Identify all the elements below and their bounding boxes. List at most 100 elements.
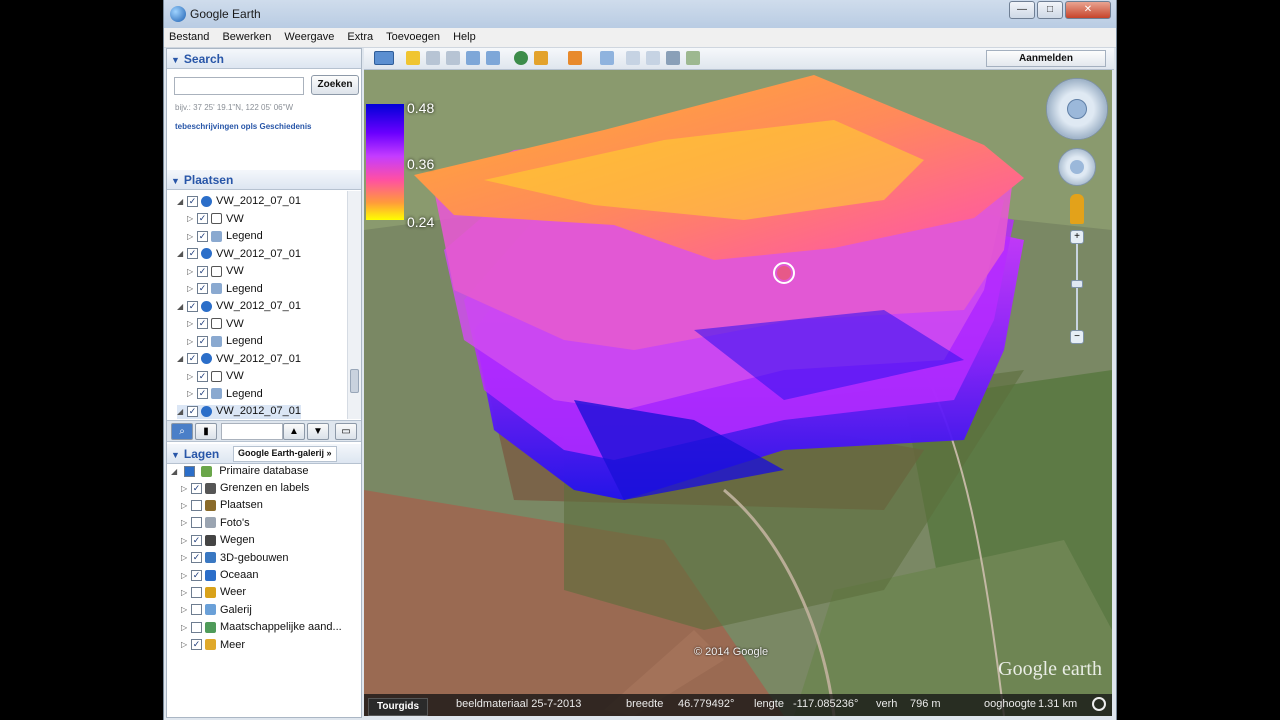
image-overlay-icon[interactable]	[466, 51, 480, 65]
layer-item[interactable]: ▷ ✓ Grenzen en labels	[181, 482, 309, 499]
record-tour-icon[interactable]	[486, 51, 500, 65]
layers-panel-header[interactable]: ▼ Lagen Google Earth-galerij »	[167, 444, 361, 464]
layer-root[interactable]: ◢ Primaire database	[171, 465, 308, 482]
search-input[interactable]	[174, 77, 304, 95]
path-icon[interactable]	[446, 51, 460, 65]
move-down-icon[interactable]: ▼	[307, 423, 329, 440]
sidebar-toggle-icon[interactable]	[374, 51, 394, 65]
expand-icon[interactable]: ◢	[171, 467, 181, 476]
checkbox[interactable]: ✓	[191, 604, 202, 616]
expand-icon[interactable]: ▷	[187, 389, 197, 398]
layer-item[interactable]: ▷✓ Plaatsen	[181, 499, 263, 516]
save-image-icon[interactable]	[666, 51, 680, 65]
checkbox[interactable]: ✓	[197, 265, 208, 277]
expand-icon[interactable]: ▷	[187, 267, 197, 276]
places-child-item[interactable]: ▷ ✓ Legend	[187, 283, 263, 300]
expand-icon[interactable]: ▷	[181, 518, 191, 527]
checkbox[interactable]: ✓	[187, 248, 198, 260]
look-joystick[interactable]	[1046, 78, 1108, 140]
layer-item[interactable]: ▷ ✓ Wegen	[181, 534, 255, 551]
checkbox[interactable]: ✓	[197, 335, 208, 347]
pan-arrows-icon[interactable]	[1070, 160, 1084, 174]
places-panel-header[interactable]: ▼ Plaatsen	[167, 170, 361, 190]
checkbox[interactable]: ✓	[197, 213, 208, 225]
places-group-item[interactable]: ◢ ✓ VW_2012_07_01	[177, 300, 301, 317]
places-child-item[interactable]: ▷ ✓ Legend	[187, 335, 263, 352]
menu-weergave[interactable]: Weergave	[279, 28, 339, 46]
tour-guide-button[interactable]: Tourgids	[368, 698, 429, 716]
layer-item[interactable]: ▷ ✓ Meer	[181, 639, 245, 656]
expand-icon[interactable]: ▷	[187, 232, 197, 241]
zoom-track[interactable]	[1076, 244, 1078, 332]
menu-bestand[interactable]: Bestand	[164, 28, 214, 46]
print-icon[interactable]	[646, 51, 660, 65]
places-group-item[interactable]: ◢ ✓ VW_2012_07_01	[177, 195, 301, 212]
checkbox[interactable]: ✓	[197, 388, 208, 400]
gallery-tab[interactable]: Google Earth-galerij »	[233, 446, 337, 462]
checkbox[interactable]: ✓	[191, 639, 202, 651]
maximize-button[interactable]: □	[1037, 1, 1063, 19]
places-group-item[interactable]: ◢ ✓ VW_2012_07_01	[177, 405, 302, 419]
places-child-item[interactable]: ▷ ✓ Legend	[187, 388, 263, 405]
expand-icon[interactable]: ▷	[181, 571, 191, 580]
polygon-icon[interactable]	[426, 51, 440, 65]
expand-icon[interactable]: ▷	[187, 284, 197, 293]
expand-icon[interactable]: ◢	[177, 197, 187, 206]
checkbox[interactable]: ✓	[197, 230, 208, 242]
close-button[interactable]: ✕	[1065, 1, 1111, 19]
places-child-item[interactable]: ▷ ✓ VW	[187, 370, 244, 387]
menu-extra[interactable]: Extra	[342, 28, 378, 46]
places-child-item[interactable]: ▷ ✓ VW	[187, 213, 244, 230]
scrollbar-thumb[interactable]	[350, 369, 359, 393]
checkbox[interactable]: ✓	[197, 370, 208, 382]
expand-icon[interactable]: ◢	[177, 354, 187, 363]
layer-item[interactable]: ▷ ✓ Oceaan	[181, 569, 259, 586]
places-child-item[interactable]: ▷ ✓ VW	[187, 265, 244, 282]
layer-item[interactable]: ▷✓ Galerij	[181, 604, 252, 621]
street-view-pegman-icon[interactable]	[1070, 194, 1084, 224]
checkbox[interactable]: ✓	[191, 517, 202, 529]
search-panel-header[interactable]: ▼ Search	[167, 49, 361, 69]
ruler-icon[interactable]	[600, 51, 614, 65]
places-scrollbar[interactable]	[347, 191, 361, 419]
checkbox[interactable]: ✓	[191, 552, 202, 564]
search-places-icon[interactable]: ⌕	[171, 423, 193, 440]
expand-icon[interactable]: ▷	[181, 588, 191, 597]
placemark-icon[interactable]	[406, 51, 420, 65]
zoom-out-icon[interactable]: −	[1070, 330, 1084, 344]
collapse-arrow-icon[interactable]: ▼	[171, 176, 180, 186]
checkbox[interactable]: ✓	[197, 318, 208, 330]
expand-icon[interactable]: ▷	[187, 337, 197, 346]
expand-icon[interactable]: ◢	[177, 302, 187, 311]
zoom-in-icon[interactable]: +	[1070, 230, 1084, 244]
checkbox[interactable]: ✓	[187, 405, 198, 417]
email-icon[interactable]	[626, 51, 640, 65]
zoom-slider[interactable]: + −	[1070, 230, 1084, 346]
menu-toevoegen[interactable]: Toevoegen	[381, 28, 445, 46]
places-child-item[interactable]: ▷ ✓ Legend	[187, 230, 263, 247]
menu-bewerken[interactable]: Bewerken	[217, 28, 276, 46]
places-child-item[interactable]: ▷ ✓ VW	[187, 318, 244, 335]
minimize-button[interactable]: —	[1009, 1, 1035, 19]
collapse-arrow-icon[interactable]: ▼	[171, 450, 180, 460]
expand-icon[interactable]: ▷	[181, 623, 191, 632]
expand-icon[interactable]: ▷	[181, 484, 191, 493]
expand-icon[interactable]: ▷	[187, 372, 197, 381]
sign-in-button[interactable]: Aanmelden	[986, 50, 1106, 67]
expand-icon[interactable]: ▷	[187, 214, 197, 223]
places-filter-input[interactable]	[221, 423, 283, 440]
expand-icon[interactable]: ▷	[181, 553, 191, 562]
expand-icon[interactable]: ◢	[177, 407, 187, 416]
expand-icon[interactable]: ▷	[181, 640, 191, 649]
checkbox[interactable]: ✓	[191, 569, 202, 581]
checkbox[interactable]: ✓	[191, 482, 202, 494]
checkbox[interactable]: ✓	[187, 195, 198, 207]
search-button[interactable]: Zoeken	[311, 75, 359, 95]
sunlight-icon[interactable]	[534, 51, 548, 65]
menu-help[interactable]: Help	[448, 28, 481, 46]
checkbox[interactable]	[184, 465, 196, 477]
move-up-icon[interactable]: ▲	[283, 423, 305, 440]
layer-item[interactable]: ▷✓ Foto's	[181, 517, 250, 534]
move-joystick[interactable]	[1058, 148, 1096, 186]
map-viewport[interactable]: 0.48 0.36 0.24 + − © 2014 Google Google …	[364, 70, 1112, 716]
